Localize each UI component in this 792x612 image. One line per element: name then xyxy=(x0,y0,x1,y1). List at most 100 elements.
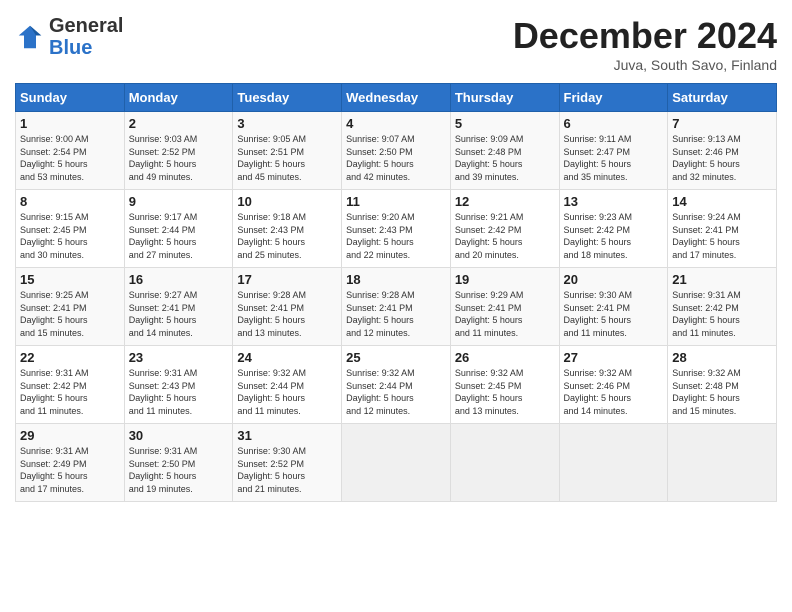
calendar-cell xyxy=(342,424,451,502)
calendar-cell: 11 Sunrise: 9:20 AM Sunset: 2:43 PM Dayli… xyxy=(342,190,451,268)
day-info: Sunrise: 9:30 AM Sunset: 2:41 PM Dayligh… xyxy=(564,289,664,339)
day-info: Sunrise: 9:00 AM Sunset: 2:54 PM Dayligh… xyxy=(20,133,120,183)
day-number: 19 xyxy=(455,272,555,287)
calendar-cell: 8 Sunrise: 9:15 AM Sunset: 2:45 PM Daylig… xyxy=(16,190,125,268)
page-container: General Blue December 2024 Juva, South S… xyxy=(0,0,792,512)
day-info: Sunrise: 9:21 AM Sunset: 2:42 PM Dayligh… xyxy=(455,211,555,261)
day-info: Sunrise: 9:31 AM Sunset: 2:50 PM Dayligh… xyxy=(129,445,229,495)
calendar-cell: 30Sunrise: 9:31 AM Sunset: 2:50 PM Dayli… xyxy=(124,424,233,502)
day-number: 4 xyxy=(346,116,446,131)
calendar-cell: 7 Sunrise: 9:13 AM Sunset: 2:46 PM Daylig… xyxy=(668,112,777,190)
day-number: 17 xyxy=(237,272,337,287)
calendar-cell: 26Sunrise: 9:32 AM Sunset: 2:45 PM Dayli… xyxy=(450,346,559,424)
day-info: Sunrise: 9:20 AM Sunset: 2:43 PM Dayligh… xyxy=(346,211,446,261)
logo-blue-text: Blue xyxy=(49,37,92,59)
weekday-header-tuesday: Tuesday xyxy=(233,84,342,112)
calendar-cell: 19Sunrise: 9:29 AM Sunset: 2:41 PM Dayli… xyxy=(450,268,559,346)
day-info: Sunrise: 9:31 AM Sunset: 2:49 PM Dayligh… xyxy=(20,445,120,495)
day-number: 11 xyxy=(346,194,446,209)
calendar-week-row: 29 Sunrise: 9:31 AM Sunset: 2:49 PM Dayli… xyxy=(16,424,777,502)
calendar-cell: 2 Sunrise: 9:03 AM Sunset: 2:52 PM Daylig… xyxy=(124,112,233,190)
calendar-cell: 16Sunrise: 9:27 AM Sunset: 2:41 PM Dayli… xyxy=(124,268,233,346)
day-info: Sunrise: 9:25 AM Sunset: 2:41 PM Dayligh… xyxy=(20,289,120,339)
day-number: 23 xyxy=(129,350,229,365)
weekday-header-thursday: Thursday xyxy=(450,84,559,112)
calendar-cell: 23 Sunrise: 9:31 AM Sunset: 2:43 PM Dayli… xyxy=(124,346,233,424)
day-number: 2 xyxy=(129,116,229,131)
calendar-week-row: 1 Sunrise: 9:00 AM Sunset: 2:54 PM Daylig… xyxy=(16,112,777,190)
calendar-cell xyxy=(450,424,559,502)
calendar-week-row: 15 Sunrise: 9:25 AM Sunset: 2:41 PM Dayli… xyxy=(16,268,777,346)
calendar-cell: 6 Sunrise: 9:11 AM Sunset: 2:47 PM Daylig… xyxy=(559,112,668,190)
day-number: 21 xyxy=(672,272,772,287)
calendar-cell: 29 Sunrise: 9:31 AM Sunset: 2:49 PM Dayli… xyxy=(16,424,125,502)
day-number: 15 xyxy=(20,272,120,287)
calendar-cell xyxy=(668,424,777,502)
day-info: Sunrise: 9:32 AM Sunset: 2:48 PM Dayligh… xyxy=(672,367,772,417)
weekday-header-sunday: Sunday xyxy=(16,84,125,112)
day-info: Sunrise: 9:09 AM Sunset: 2:48 PM Dayligh… xyxy=(455,133,555,183)
day-info: Sunrise: 9:32 AM Sunset: 2:44 PM Dayligh… xyxy=(237,367,337,417)
day-info: Sunrise: 9:17 AM Sunset: 2:44 PM Dayligh… xyxy=(129,211,229,261)
day-number: 7 xyxy=(672,116,772,131)
weekday-header-row: SundayMondayTuesdayWednesdayThursdayFrid… xyxy=(16,84,777,112)
day-number: 29 xyxy=(20,428,120,443)
calendar-cell: 14 Sunrise: 9:24 AM Sunset: 2:41 PM Dayli… xyxy=(668,190,777,268)
day-number: 20 xyxy=(564,272,664,287)
day-number: 5 xyxy=(455,116,555,131)
calendar-cell: 20 Sunrise: 9:30 AM Sunset: 2:41 PM Dayli… xyxy=(559,268,668,346)
day-number: 10 xyxy=(237,194,337,209)
day-number: 13 xyxy=(564,194,664,209)
day-number: 8 xyxy=(20,194,120,209)
calendar-cell: 27 Sunrise: 9:32 AM Sunset: 2:46 PM Dayli… xyxy=(559,346,668,424)
logo-general-text: General xyxy=(49,15,123,37)
day-number: 28 xyxy=(672,350,772,365)
day-number: 3 xyxy=(237,116,337,131)
location-text: Juva, South Savo, Finland xyxy=(513,57,777,73)
day-info: Sunrise: 9:03 AM Sunset: 2:52 PM Dayligh… xyxy=(129,133,229,183)
day-info: Sunrise: 9:32 AM Sunset: 2:46 PM Dayligh… xyxy=(564,367,664,417)
calendar-cell: 22 Sunrise: 9:31 AM Sunset: 2:42 PM Dayli… xyxy=(16,346,125,424)
day-info: Sunrise: 9:24 AM Sunset: 2:41 PM Dayligh… xyxy=(672,211,772,261)
day-number: 22 xyxy=(20,350,120,365)
logo: General Blue xyxy=(15,15,123,59)
calendar-week-row: 22 Sunrise: 9:31 AM Sunset: 2:42 PM Dayli… xyxy=(16,346,777,424)
day-info: Sunrise: 9:32 AM Sunset: 2:44 PM Dayligh… xyxy=(346,367,446,417)
calendar-cell: 21 Sunrise: 9:31 AM Sunset: 2:42 PM Dayli… xyxy=(668,268,777,346)
month-title: December 2024 xyxy=(513,15,777,57)
logo-icon xyxy=(15,22,45,52)
day-number: 16 xyxy=(129,272,229,287)
day-number: 12 xyxy=(455,194,555,209)
day-info: Sunrise: 9:31 AM Sunset: 2:42 PM Dayligh… xyxy=(672,289,772,339)
weekday-header-friday: Friday xyxy=(559,84,668,112)
day-number: 14 xyxy=(672,194,772,209)
day-info: Sunrise: 9:31 AM Sunset: 2:43 PM Dayligh… xyxy=(129,367,229,417)
day-info: Sunrise: 9:28 AM Sunset: 2:41 PM Dayligh… xyxy=(237,289,337,339)
calendar-cell: 24Sunrise: 9:32 AM Sunset: 2:44 PM Dayli… xyxy=(233,346,342,424)
header: General Blue December 2024 Juva, South S… xyxy=(15,15,777,73)
calendar-cell: 10 Sunrise: 9:18 AM Sunset: 2:43 PM Dayli… xyxy=(233,190,342,268)
day-info: Sunrise: 9:13 AM Sunset: 2:46 PM Dayligh… xyxy=(672,133,772,183)
calendar-cell: 28 Sunrise: 9:32 AM Sunset: 2:48 PM Dayli… xyxy=(668,346,777,424)
calendar-cell: 9 Sunrise: 9:17 AM Sunset: 2:44 PM Daylig… xyxy=(124,190,233,268)
calendar-cell: 13 Sunrise: 9:23 AM Sunset: 2:42 PM Dayli… xyxy=(559,190,668,268)
calendar-cell: 18Sunrise: 9:28 AM Sunset: 2:41 PM Dayli… xyxy=(342,268,451,346)
day-info: Sunrise: 9:07 AM Sunset: 2:50 PM Dayligh… xyxy=(346,133,446,183)
day-number: 31 xyxy=(237,428,337,443)
calendar-cell: 5 Sunrise: 9:09 AM Sunset: 2:48 PM Daylig… xyxy=(450,112,559,190)
calendar-cell: 4 Sunrise: 9:07 AM Sunset: 2:50 PM Daylig… xyxy=(342,112,451,190)
day-info: Sunrise: 9:05 AM Sunset: 2:51 PM Dayligh… xyxy=(237,133,337,183)
day-info: Sunrise: 9:11 AM Sunset: 2:47 PM Dayligh… xyxy=(564,133,664,183)
title-block: December 2024 Juva, South Savo, Finland xyxy=(513,15,777,73)
day-number: 6 xyxy=(564,116,664,131)
day-number: 25 xyxy=(346,350,446,365)
day-number: 9 xyxy=(129,194,229,209)
day-info: Sunrise: 9:31 AM Sunset: 2:42 PM Dayligh… xyxy=(20,367,120,417)
day-info: Sunrise: 9:18 AM Sunset: 2:43 PM Dayligh… xyxy=(237,211,337,261)
day-number: 27 xyxy=(564,350,664,365)
weekday-header-saturday: Saturday xyxy=(668,84,777,112)
calendar-cell: 15 Sunrise: 9:25 AM Sunset: 2:41 PM Dayli… xyxy=(16,268,125,346)
day-info: Sunrise: 9:23 AM Sunset: 2:42 PM Dayligh… xyxy=(564,211,664,261)
day-number: 1 xyxy=(20,116,120,131)
day-info: Sunrise: 9:15 AM Sunset: 2:45 PM Dayligh… xyxy=(20,211,120,261)
